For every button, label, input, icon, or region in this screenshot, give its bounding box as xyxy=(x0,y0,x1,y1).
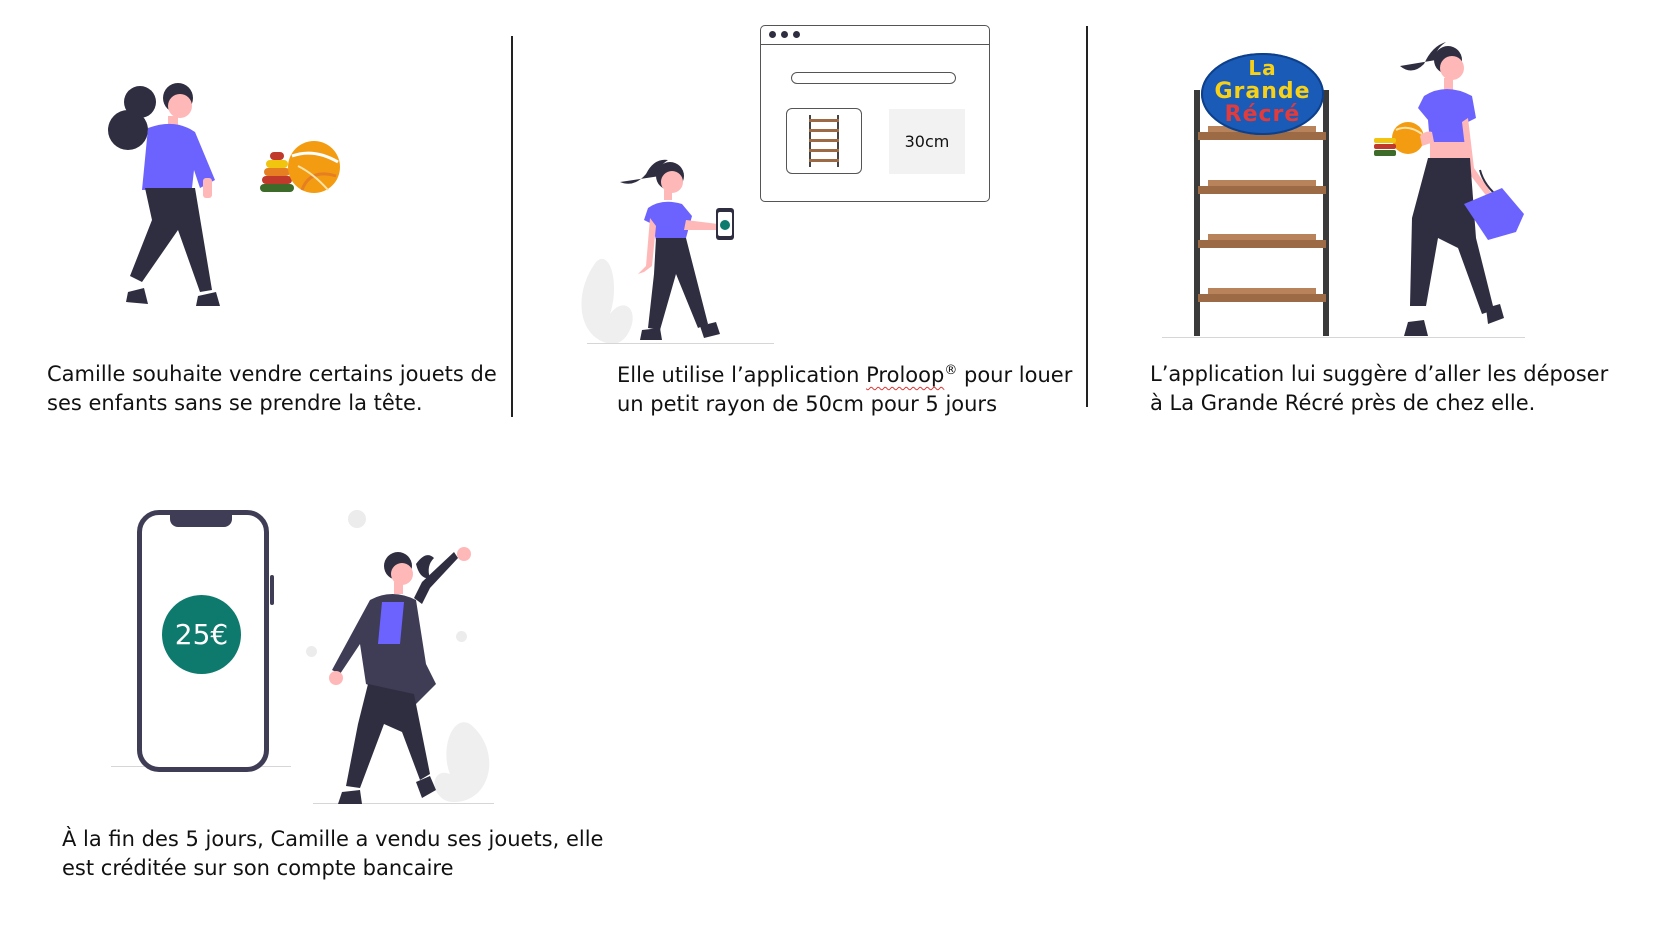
size-box: 30cm xyxy=(889,109,965,174)
caption-line: À la fin des 5 jours, Camille a vendu se… xyxy=(62,827,604,851)
amount-label: 25€ xyxy=(174,618,229,651)
caption-line-2: un petit rayon de 50cm pour 5 jours xyxy=(617,392,998,416)
panel-4-caption: À la fin des 5 jours, Camille a vendu se… xyxy=(62,825,603,883)
panel-1-caption: Camille souhaite vendre certains jouets … xyxy=(47,360,497,418)
caption-line-1: Elle utilise l’application Proloop® pour… xyxy=(617,356,1072,390)
divider xyxy=(1086,26,1088,407)
woman-with-basket-illustration xyxy=(1374,42,1524,336)
window-dot-icon xyxy=(793,31,800,38)
shelf-thumbnail xyxy=(786,108,862,174)
dot-decoration xyxy=(348,510,366,528)
woman-celebrating-illustration xyxy=(329,547,471,804)
caption-line: L’application lui suggère d’aller les dé… xyxy=(1150,362,1609,386)
logo-word-grande: Grande xyxy=(1214,79,1311,104)
caption-line: à La Grande Récré près de chez elle. xyxy=(1150,391,1536,415)
brand-name: Proloop xyxy=(866,363,945,387)
toys-icon xyxy=(260,141,340,193)
browser-titlebar xyxy=(761,26,989,45)
store-logo: La Grande Récré xyxy=(1201,53,1324,135)
window-dot-icon xyxy=(781,31,788,38)
window-dot-icon xyxy=(769,31,776,38)
phone-side-button xyxy=(270,575,274,605)
woman-with-phone-illustration xyxy=(620,159,734,340)
panel-3-caption: L’application lui suggère d’aller les dé… xyxy=(1150,360,1608,418)
address-bar xyxy=(791,72,956,84)
caption-text: Elle utilise l’application xyxy=(617,363,867,387)
panel-2-caption: Elle utilise l’application Proloop® pour… xyxy=(617,356,1072,419)
caption-text: pour louer xyxy=(957,363,1073,387)
phone-notch xyxy=(170,513,232,527)
registered-mark: ® xyxy=(944,363,958,378)
divider xyxy=(511,36,513,417)
caption-line: Camille souhaite vendre certains jouets … xyxy=(47,362,497,386)
woman-standing-illustration xyxy=(108,83,220,306)
smartphone-icon: 25€ xyxy=(137,510,274,772)
logo-word-recre: Récré xyxy=(1224,102,1301,127)
logo-word-la: La xyxy=(1248,56,1277,80)
size-label: 30cm xyxy=(904,132,950,151)
caption-line: ses enfants sans se prendre la tête. xyxy=(47,391,423,415)
caption-line: est créditée sur son compte bancaire xyxy=(62,856,454,880)
amount-badge: 25€ xyxy=(162,595,241,674)
shelf-icon xyxy=(809,115,839,167)
browser-window-icon: 30cm xyxy=(760,25,990,202)
dot-decoration xyxy=(306,646,317,657)
